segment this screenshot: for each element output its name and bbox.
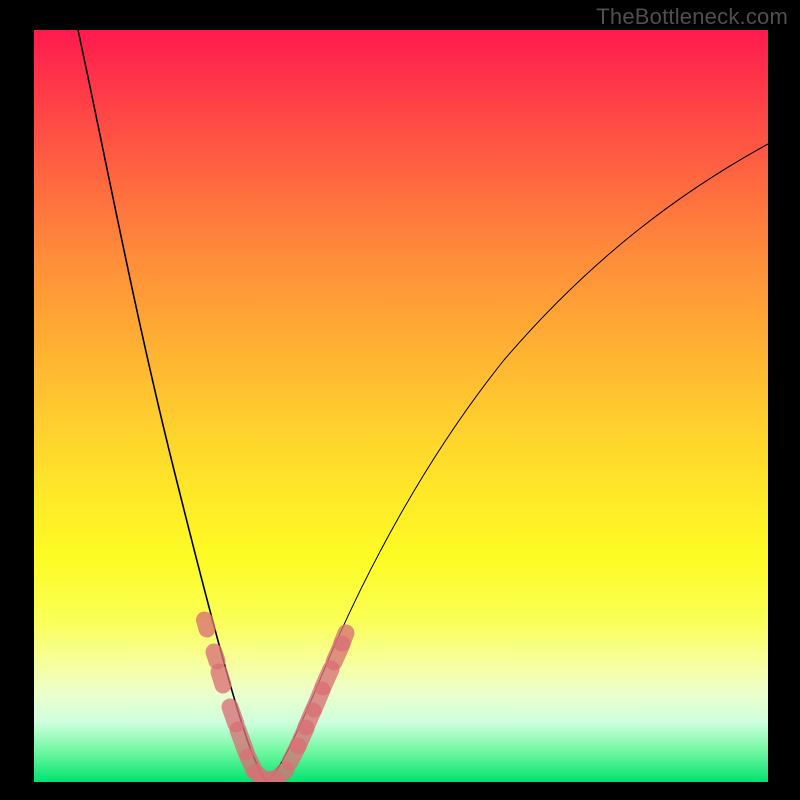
marker-dot — [238, 730, 246, 752]
chart-svg — [34, 30, 768, 782]
plot-area — [34, 30, 768, 782]
marker-dot — [205, 620, 208, 629]
marker-dot — [219, 672, 223, 685]
curve-right — [268, 144, 768, 781]
watermark-text: TheBottleneck.com — [596, 4, 788, 30]
marker-dot — [230, 707, 236, 724]
curve-left — [78, 30, 268, 781]
marker-dot — [276, 770, 286, 779]
markers-group — [205, 620, 347, 780]
marker-dot — [214, 652, 217, 661]
marker-dot — [323, 669, 331, 687]
marker-dot — [342, 633, 346, 643]
